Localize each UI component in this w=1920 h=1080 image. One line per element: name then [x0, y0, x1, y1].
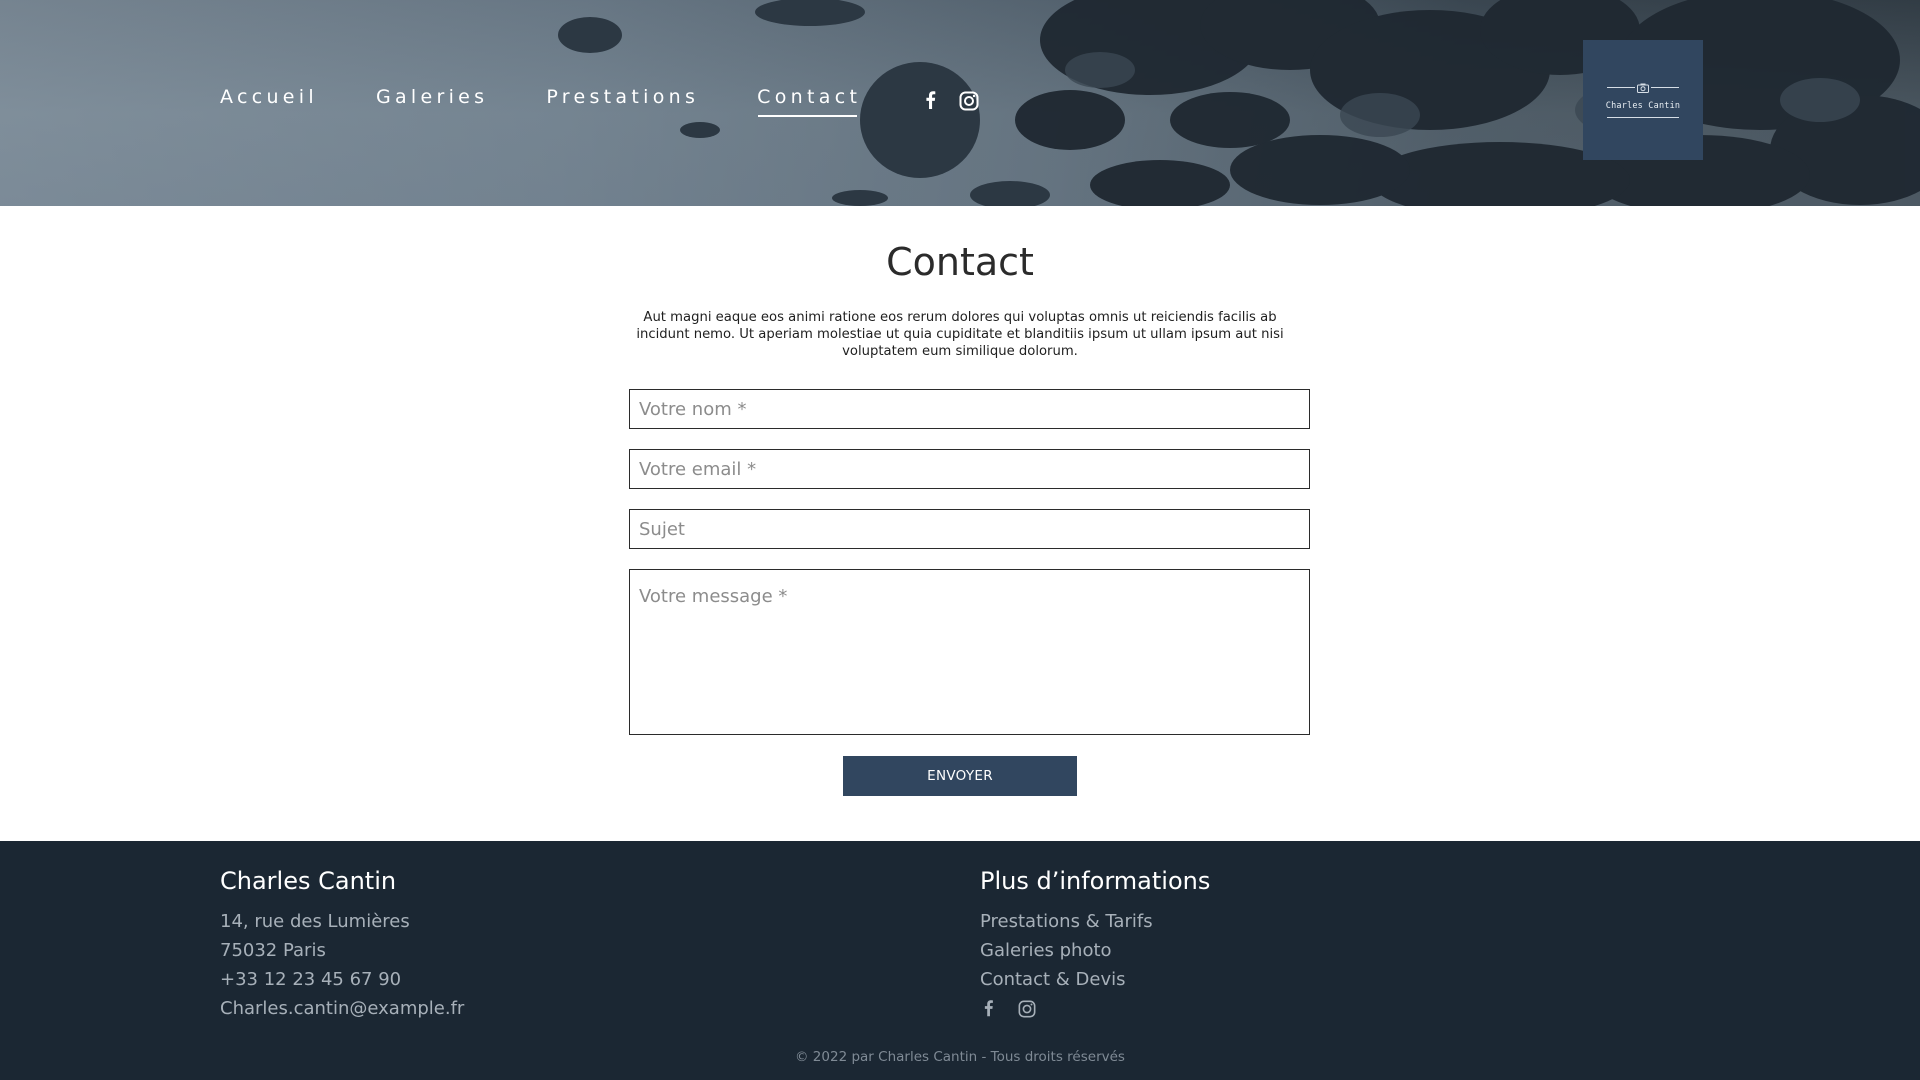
nav-item-galeries[interactable]: Galeries: [376, 86, 488, 116]
footer-address-line1: 14, rue des Lumières: [220, 911, 410, 932]
instagram-icon[interactable]: [959, 91, 979, 111]
nav-item-accueil[interactable]: Accueil: [220, 86, 318, 116]
facebook-icon[interactable]: [980, 1000, 998, 1018]
footer-phone: +33 12 23 45 67 90: [220, 969, 402, 990]
logo-line-left: [1607, 87, 1635, 88]
name-input[interactable]: [629, 389, 1310, 429]
footer-info-heading: Plus d’informations: [980, 867, 1211, 895]
footer-link-galeries[interactable]: Galeries photo: [980, 936, 1210, 965]
page-title: Contact: [886, 240, 1034, 284]
copyright: © 2022 par Charles Cantin - Tous droits …: [795, 1049, 1125, 1065]
message-textarea[interactable]: [629, 569, 1310, 735]
footer-email: Charles.cantin@example.fr: [220, 998, 465, 1019]
facebook-icon[interactable]: [921, 91, 941, 111]
logo-text: Charles Cantin: [1605, 100, 1681, 111]
email-input[interactable]: [629, 449, 1310, 489]
footer: Charles Cantin 14, rue des Lumières 7503…: [0, 841, 1920, 1080]
site-logo[interactable]: Charles Cantin: [1583, 40, 1703, 160]
logo-bottom-line: [1607, 116, 1679, 118]
footer-social-links: [980, 1000, 1210, 1018]
footer-contact-column: Charles Cantin 14, rue des Lumières 7503…: [220, 865, 464, 1023]
contact-section: Contact Aut magni eaque eos animi ration…: [0, 206, 1920, 841]
footer-link-contact[interactable]: Contact & Devis: [980, 965, 1210, 994]
nav-item-prestations[interactable]: Prestations: [546, 86, 699, 116]
header-social-links: [921, 91, 997, 111]
instagram-icon[interactable]: [1018, 1000, 1036, 1018]
header-banner: Accueil Galeries Prestations Contact Cha…: [0, 0, 1920, 206]
intro-text: Aut magni eaque eos animi ratione eos re…: [636, 310, 1284, 359]
footer-info-column: Plus d’informations Prestations & Tarifs…: [980, 865, 1210, 1018]
camera-icon: [1637, 83, 1649, 93]
main-nav: Accueil Galeries Prestations Contact: [220, 86, 997, 117]
footer-link-prestations[interactable]: Prestations & Tarifs: [980, 907, 1210, 936]
logo-top-line: [1607, 83, 1679, 93]
nav-item-contact[interactable]: Contact: [757, 86, 861, 117]
footer-name-heading: Charles Cantin: [220, 867, 397, 895]
send-button[interactable]: ENVOYER: [843, 756, 1077, 796]
footer-address-line2: 75032 Paris: [220, 940, 326, 961]
logo-line-right: [1651, 87, 1679, 88]
subject-input[interactable]: [629, 509, 1310, 549]
